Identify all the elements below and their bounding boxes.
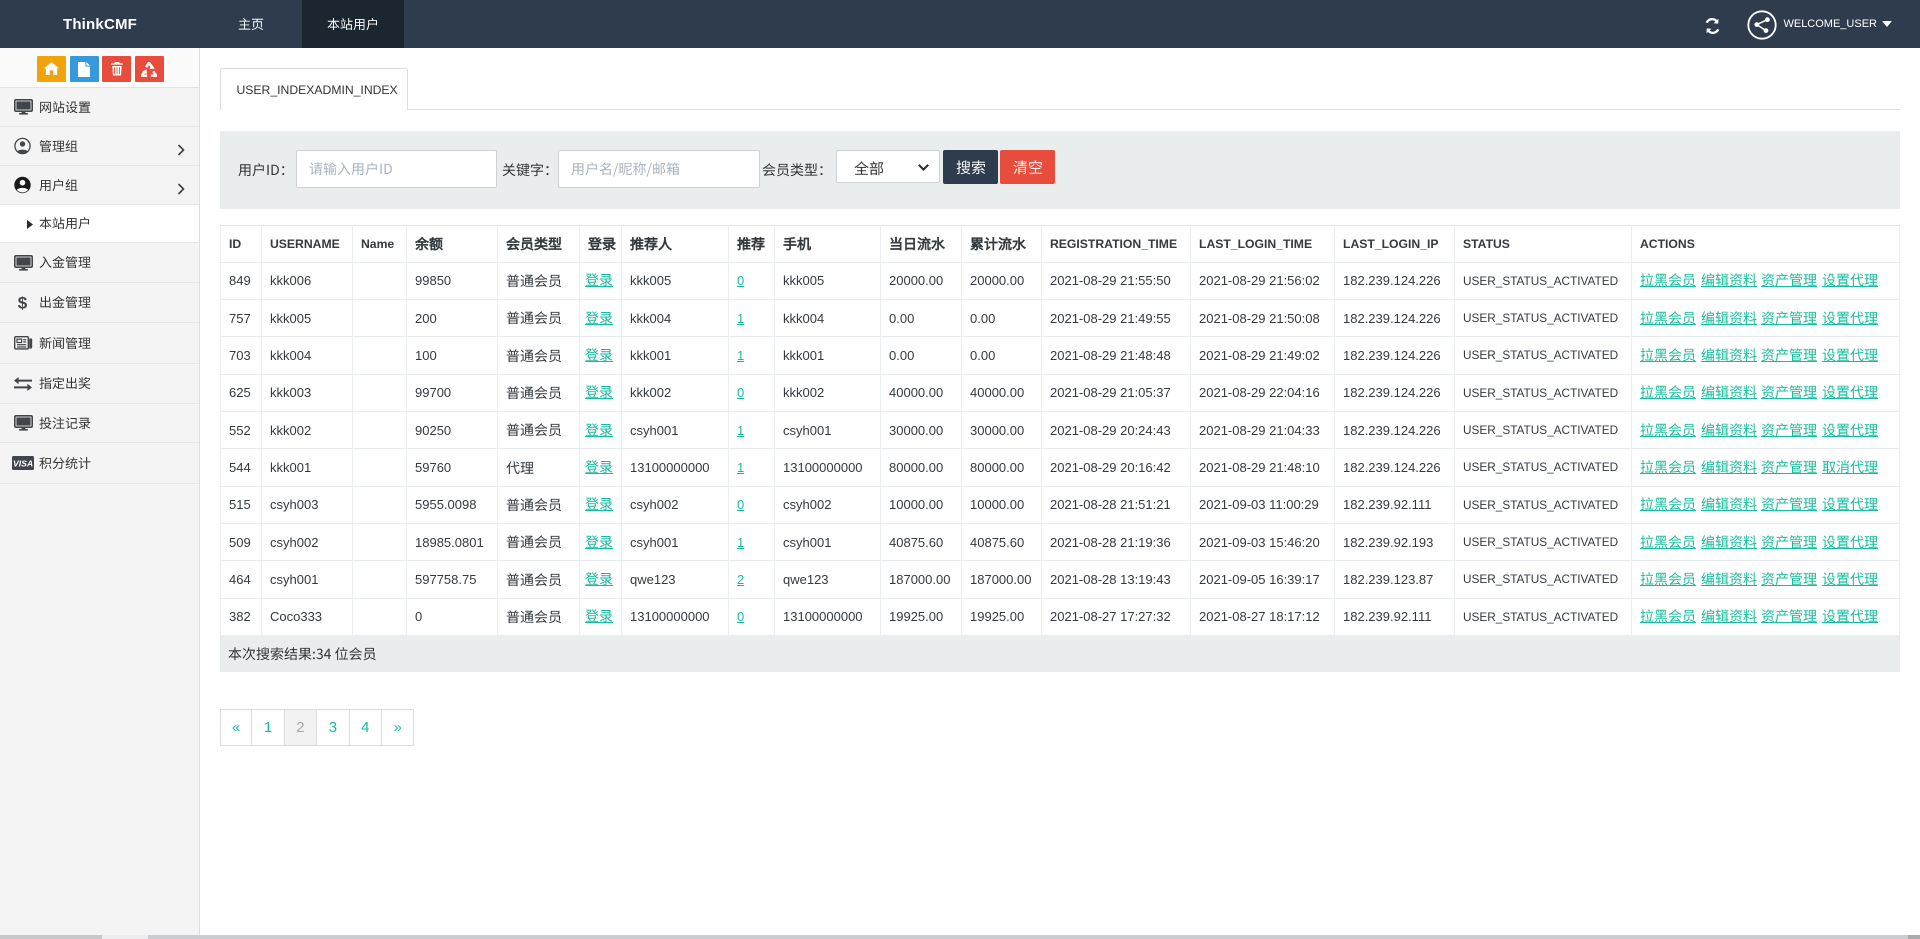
svg-text:$: $ (18, 294, 28, 312)
svg-text:VISA: VISA (13, 459, 33, 469)
